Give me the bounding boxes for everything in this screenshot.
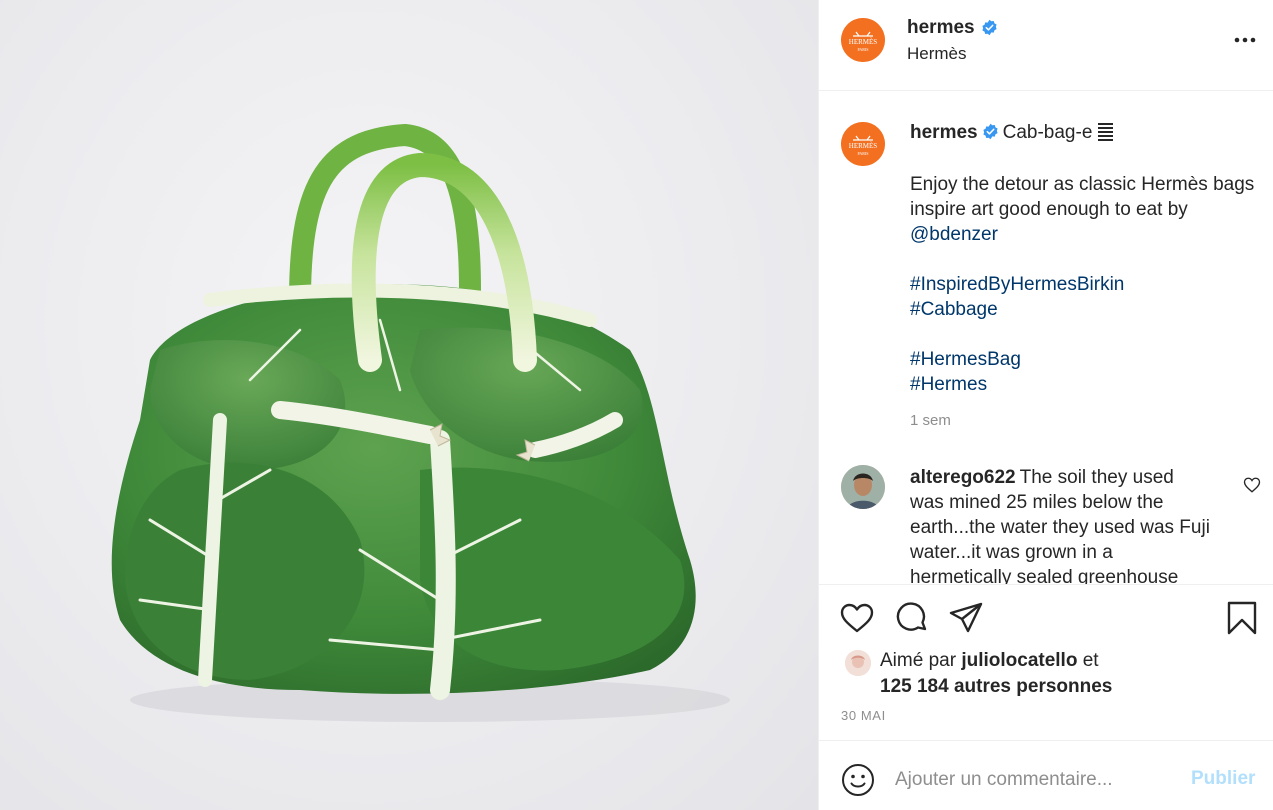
more-horizontal-icon[interactable] bbox=[1233, 30, 1257, 50]
hashtag-link[interactable]: #InspiredByHermesBirkin bbox=[910, 274, 1124, 295]
likes-prefix: Aimé par bbox=[880, 650, 962, 671]
caption-header: hermes Cab-bag-e bbox=[910, 122, 1114, 144]
paper-plane-icon[interactable] bbox=[948, 600, 984, 636]
hashtag-link[interactable]: #Hermes bbox=[910, 374, 987, 395]
svg-text:PARIS: PARIS bbox=[858, 151, 869, 156]
post-image[interactable] bbox=[0, 0, 818, 810]
header-username[interactable]: hermes bbox=[907, 17, 975, 39]
svg-text:PARIS: PARIS bbox=[858, 47, 869, 52]
svg-text:HERMÈS: HERMÈS bbox=[849, 142, 878, 150]
likes-summary: Aimé par juliolocatello et 125 184 autre… bbox=[880, 648, 1240, 700]
caption-username[interactable]: hermes bbox=[910, 122, 978, 143]
caption-title: Cab-bag-e bbox=[1002, 122, 1093, 143]
cabbage-bag-illustration bbox=[111, 123, 730, 722]
post-date[interactable]: 30 MAI bbox=[841, 708, 886, 723]
caption-text: Enjoy the detour as classic Hermès bags … bbox=[910, 174, 1255, 220]
emoji-icon[interactable] bbox=[841, 763, 875, 797]
heart-icon[interactable] bbox=[839, 600, 875, 636]
liker-username[interactable]: juliolocatello bbox=[961, 650, 1077, 671]
comment-bubble-icon[interactable] bbox=[894, 600, 930, 636]
verified-badge-icon bbox=[982, 19, 997, 36]
likes-middle: et bbox=[1077, 650, 1099, 671]
commenter-avatar[interactable] bbox=[841, 465, 885, 509]
comment-like-heart-icon[interactable] bbox=[1243, 476, 1261, 494]
post-sidebar: HERMÈS PARIS hermes Hermès HERMÈS PARIS … bbox=[818, 0, 1273, 810]
hashtag-link[interactable]: #Cabbage bbox=[910, 299, 998, 320]
liker-photo bbox=[845, 650, 871, 676]
add-comment-bar: Publier bbox=[819, 740, 1273, 810]
likes-count[interactable]: 125 184 autres personnes bbox=[880, 676, 1112, 697]
verified-badge-icon bbox=[983, 123, 998, 140]
mention-link[interactable]: @bdenzer bbox=[910, 224, 998, 245]
liker-avatar[interactable] bbox=[845, 650, 871, 676]
comment-username[interactable]: alterego622 bbox=[910, 467, 1016, 488]
comment-item: alterego622 The soil they used was mined … bbox=[910, 465, 1210, 584]
comments-section[interactable]: HERMÈS PARIS hermes Cab-bag-e Enjoy the … bbox=[819, 92, 1273, 585]
svg-text:HERMÈS: HERMÈS bbox=[849, 38, 878, 46]
bookmark-icon[interactable] bbox=[1224, 600, 1260, 636]
hashtag-link[interactable]: #HermesBag bbox=[910, 349, 1021, 370]
instagram-post: HERMÈS PARIS hermes Hermès HERMÈS PARIS … bbox=[0, 0, 1273, 810]
hermes-logo: HERMÈS PARIS bbox=[841, 122, 885, 166]
comment-input[interactable] bbox=[895, 763, 1175, 797]
header-subname: Hermès bbox=[907, 44, 967, 63]
caption-avatar[interactable]: HERMÈS PARIS bbox=[841, 122, 885, 166]
post-header: HERMÈS PARIS hermes Hermès bbox=[819, 0, 1273, 91]
caption-time[interactable]: 1 sem bbox=[910, 412, 951, 429]
action-bar bbox=[819, 600, 1273, 640]
bag-emoji-icon bbox=[1098, 123, 1114, 141]
caption-body: Enjoy the detour as classic Hermès bags … bbox=[910, 172, 1260, 422]
hermes-logo: HERMÈS PARIS bbox=[841, 18, 885, 62]
person-photo bbox=[841, 465, 885, 509]
hermes-avatar[interactable]: HERMÈS PARIS bbox=[841, 18, 885, 62]
publish-button[interactable]: Publier bbox=[1191, 768, 1255, 790]
